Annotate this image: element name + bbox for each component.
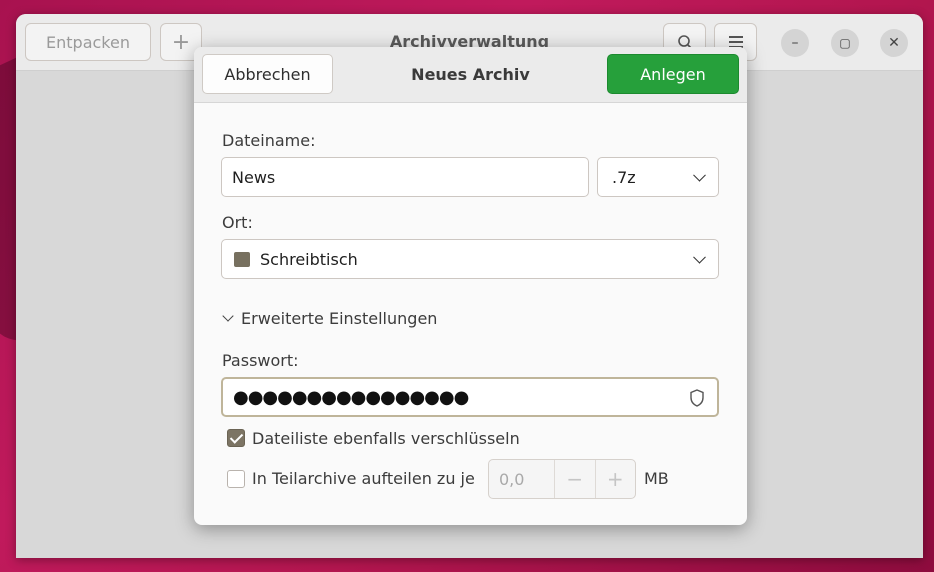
maximize-icon: ▢ bbox=[839, 36, 851, 50]
extension-value: .7z bbox=[612, 167, 636, 187]
filename-input[interactable] bbox=[222, 167, 588, 187]
create-button[interactable]: Anlegen bbox=[607, 54, 739, 94]
chevron-down-icon bbox=[693, 250, 706, 264]
increment-button[interactable]: + bbox=[594, 460, 635, 498]
expander-chevron-icon bbox=[222, 310, 234, 322]
split-size-spinner[interactable]: 0,0 − + bbox=[488, 459, 636, 499]
location-label: Ort: bbox=[222, 213, 253, 232]
cancel-button[interactable]: Abbrechen bbox=[202, 54, 333, 94]
shield-icon[interactable] bbox=[689, 389, 705, 407]
minimize-button[interactable]: – bbox=[781, 29, 809, 57]
dialog-headerbar: Abbrechen Neues Archiv Anlegen bbox=[194, 47, 747, 103]
password-value: ●●●●●●●●●●●●●●●● bbox=[233, 386, 469, 408]
minus-icon: − bbox=[566, 467, 584, 491]
minimize-icon: – bbox=[791, 35, 799, 51]
encrypt-list-label: Dateiliste ebenfalls verschlüsseln bbox=[252, 429, 520, 448]
decrement-button[interactable]: − bbox=[554, 460, 594, 498]
password-field[interactable]: ●●●●●●●●●●●●●●●● bbox=[221, 377, 719, 417]
new-archive-dialog: Abbrechen Neues Archiv Anlegen Dateiname… bbox=[194, 47, 747, 525]
filename-field[interactable] bbox=[221, 157, 589, 197]
checkmark-icon bbox=[229, 429, 243, 444]
password-label: Passwort: bbox=[222, 351, 299, 370]
close-icon: ✕ bbox=[888, 35, 900, 51]
location-value: Schreibtisch bbox=[260, 249, 358, 269]
filename-label: Dateiname: bbox=[222, 131, 316, 150]
chevron-down-icon bbox=[693, 168, 706, 182]
split-size-value[interactable]: 0,0 bbox=[489, 460, 554, 498]
maximize-button[interactable]: ▢ bbox=[831, 29, 859, 57]
advanced-settings-label: Erweiterte Einstellungen bbox=[241, 309, 438, 328]
split-archive-checkbox[interactable] bbox=[227, 470, 245, 488]
extension-select[interactable]: .7z bbox=[597, 157, 719, 197]
close-button[interactable]: ✕ bbox=[880, 29, 908, 57]
desktop-folder-icon bbox=[234, 251, 250, 267]
split-unit-label: MB bbox=[644, 469, 669, 488]
advanced-settings-expander[interactable]: Erweiterte Einstellungen bbox=[222, 309, 438, 328]
split-archive-label: In Teilarchive aufteilen zu je bbox=[252, 469, 475, 488]
location-select[interactable]: Schreibtisch bbox=[221, 239, 719, 279]
encrypt-list-checkbox[interactable] bbox=[227, 429, 245, 447]
plus-icon: + bbox=[606, 467, 624, 491]
